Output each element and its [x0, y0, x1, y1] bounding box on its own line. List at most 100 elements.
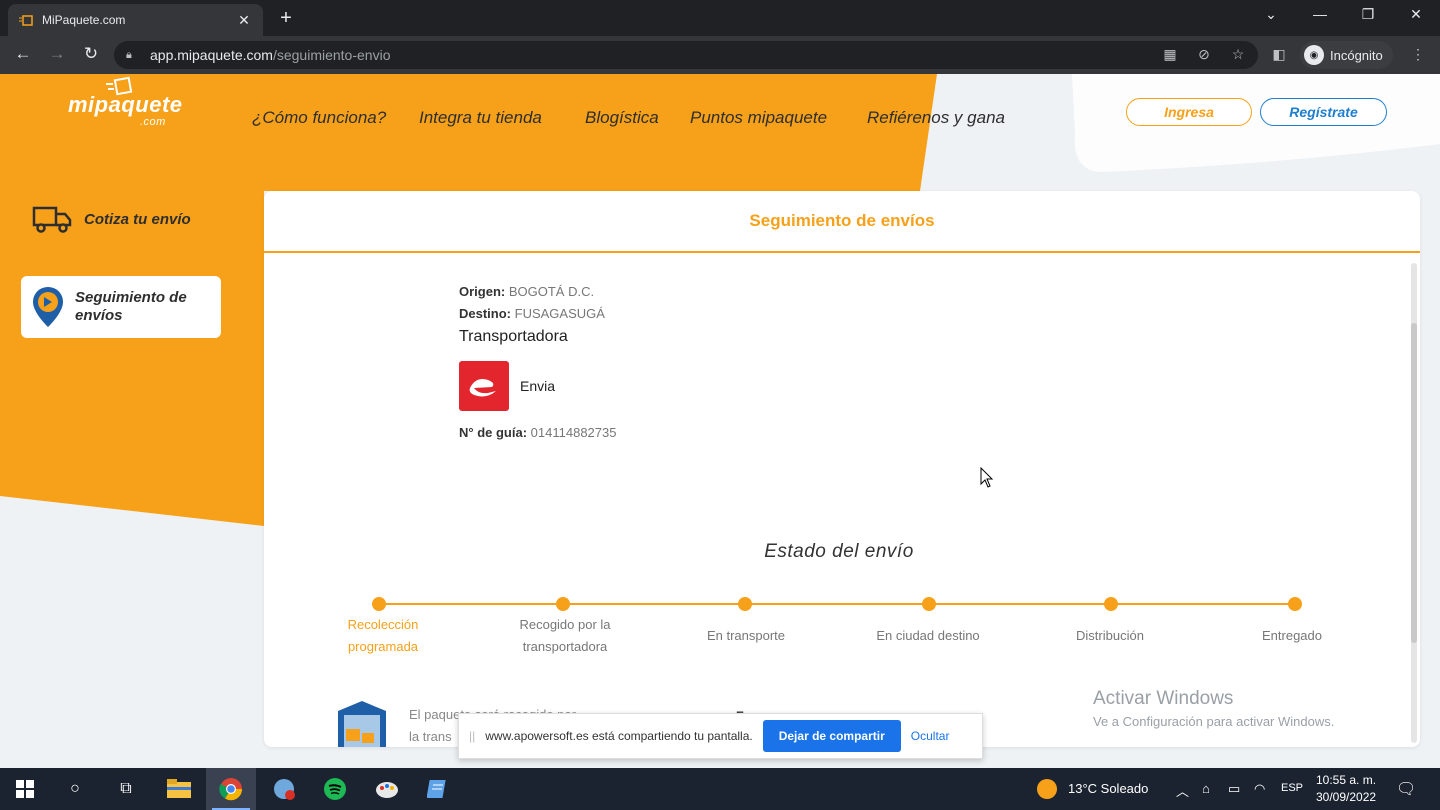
hide-share-bar-button[interactable]: Ocultar	[911, 729, 950, 743]
guide-value: 014114882735	[530, 425, 617, 440]
warehouse-icon	[338, 701, 386, 747]
incognito-icon: ◉	[1304, 45, 1324, 65]
drag-handle-icon[interactable]: ||	[469, 729, 475, 743]
step-dot	[1288, 597, 1302, 611]
carrier-heading: Transportadora	[459, 328, 568, 345]
step-dot	[1104, 597, 1118, 611]
step-text: programada	[347, 639, 419, 654]
url-host: app.mipaquete.com	[150, 47, 273, 63]
screen-share-bar: || www.apowersoft.es está compartiendo t…	[458, 713, 983, 759]
share-message: www.apowersoft.es está compartiendo tu p…	[485, 729, 753, 743]
tracking-protection-icon[interactable]: ⊘	[1194, 46, 1214, 63]
activate-windows-title: Activar Windows	[1093, 688, 1234, 709]
nav-puntos[interactable]: Puntos mipaquete	[690, 108, 827, 128]
language-indicator[interactable]: ESP	[1281, 782, 1303, 794]
close-tab-icon[interactable]: ✕	[235, 12, 253, 29]
envia-logo-icon	[459, 361, 509, 411]
sidebar-item-seguimiento[interactable]: Seguimiento de envíos	[21, 276, 221, 338]
destination-row: Destino: FUSAGASUGÁ	[459, 306, 605, 321]
sidebar-seguimiento-label-1: Seguimiento de	[75, 289, 187, 306]
weather-sun-icon[interactable]	[1036, 778, 1058, 800]
origin-value: BOGOTÁ D.C.	[508, 284, 595, 299]
chrome-icon[interactable]	[218, 776, 244, 802]
step-text: Recogido por la	[519, 617, 611, 632]
activate-windows-subtitle: Ve a Configuración para activar Windows.	[1093, 714, 1335, 729]
step-dot	[556, 597, 570, 611]
windows-start-icon[interactable]	[12, 776, 38, 802]
tab-title: MiPaquete.com	[42, 13, 126, 27]
logo-suffix: .com	[140, 116, 166, 128]
carrier-name: Envia	[520, 378, 556, 394]
site-favicon-icon	[18, 12, 34, 28]
lock-icon: 🔒︎	[126, 48, 132, 61]
step-label-en-transporte: En transporte	[706, 628, 786, 643]
logo-box-icon	[106, 76, 133, 96]
incognito-profile-button[interactable]: ◉ Incógnito	[1300, 41, 1393, 69]
step-dot	[372, 597, 386, 611]
nav-blogistica[interactable]: Blogística	[585, 108, 659, 128]
wifi-icon[interactable]: ◠	[1254, 781, 1265, 797]
spotify-icon[interactable]	[322, 776, 348, 802]
nav-refierenos[interactable]: Refiérenos y gana	[867, 108, 1005, 128]
paint-icon[interactable]	[374, 776, 400, 802]
taskbar-clock[interactable]: 10:55 a. m. 30/09/2022	[1316, 772, 1376, 806]
forward-icon[interactable]: →	[46, 44, 68, 64]
browser-menu-icon[interactable]: ⋮	[1408, 46, 1428, 63]
minimize-icon[interactable]: —	[1308, 6, 1332, 22]
tray-expand-icon[interactable]: ︿	[1176, 781, 1189, 800]
restore-icon[interactable]: ❐	[1356, 6, 1380, 23]
card-scrollbar[interactable]	[1411, 263, 1417, 743]
clock-time: 10:55 a. m.	[1316, 773, 1377, 787]
sidebar-cotiza-label: Cotiza tu envío	[84, 210, 191, 228]
tab-search-icon[interactable]: ⌄	[1259, 6, 1283, 23]
side-panel-icon[interactable]: ◧	[1269, 46, 1289, 63]
register-button[interactable]: Regístrate	[1260, 98, 1387, 126]
origin-row: Origen: BOGOTÁ D.C.	[459, 284, 594, 299]
destination-value: FUSAGASUGÁ	[514, 306, 605, 321]
meet-now-icon[interactable]: ⌂	[1202, 781, 1210, 796]
new-tab-icon[interactable]: +	[276, 7, 296, 30]
task-view-icon[interactable]: ⧉	[113, 776, 139, 802]
weather-text[interactable]: 13°C Soleado	[1068, 781, 1148, 796]
mipaquete-logo[interactable]: mipaquete .com	[68, 76, 183, 128]
battery-icon[interactable]: ▭	[1228, 781, 1240, 797]
sidebar-item-cotiza[interactable]: Cotiza tu envío	[32, 204, 191, 234]
sidebar-seguimiento-label-2: envíos	[75, 307, 123, 324]
step-text: transportadora	[522, 639, 608, 654]
step-dot	[922, 597, 936, 611]
nav-como-funciona[interactable]: ¿Cómo funciona?	[252, 108, 386, 128]
login-button[interactable]: Ingresa	[1126, 98, 1252, 126]
app-globe-icon[interactable]	[271, 776, 297, 802]
scrollbar-thumb[interactable]	[1411, 323, 1417, 643]
nav-integra-tienda[interactable]: Integra tu tienda	[419, 108, 542, 128]
bookmark-star-icon[interactable]: ☆	[1228, 46, 1248, 63]
search-icon[interactable]: ○	[62, 776, 88, 802]
notepad-icon[interactable]	[425, 776, 451, 802]
progress-line	[379, 603, 1295, 605]
location-pin-icon	[33, 287, 63, 327]
browser-tab[interactable]: MiPaquete.com ✕	[8, 4, 263, 36]
notifications-icon[interactable]: 🗨︎	[1396, 779, 1416, 799]
browser-tab-strip: MiPaquete.com ✕ + ⌄ — ❐ ✕	[0, 0, 1440, 36]
step-label-recogido: Recogido por la transportadora	[490, 614, 640, 658]
truck-icon	[32, 206, 72, 233]
step-label-distribucion: Distribución	[1076, 628, 1144, 643]
clock-date: 30/09/2022	[1316, 790, 1377, 804]
close-window-icon[interactable]: ✕	[1404, 6, 1428, 23]
back-icon[interactable]: ←	[12, 44, 34, 64]
stop-sharing-button[interactable]: Dejar de compartir	[762, 720, 901, 752]
profile-label: Incógnito	[1330, 47, 1383, 63]
step-label-recoleccion: Recolección programada	[308, 614, 458, 658]
step-label-ciudad-destino: En ciudad destino	[876, 628, 980, 643]
file-explorer-icon[interactable]	[166, 776, 192, 802]
step-dot	[738, 597, 752, 611]
guide-row: N° de guía: 014114882735	[459, 425, 616, 440]
url-path: /seguimiento-envio	[272, 47, 391, 63]
destination-label: Destino:	[459, 306, 511, 321]
address-bar[interactable]: 🔒︎ app.mipaquete.com /seguimiento-envio	[114, 41, 1258, 69]
reload-icon[interactable]: ↻	[80, 44, 102, 64]
windows-taskbar: ○ ⧉ 13°C Soleado ︿ ⌂ ▭ ◠ ESP 10:55 a. m.…	[0, 768, 1440, 810]
qr-code-icon[interactable]: ▦	[1160, 46, 1180, 63]
page-content: mipaquete .com ¿Cómo funciona? Integra t…	[0, 74, 1440, 768]
status-title: Estado del envío	[764, 541, 914, 562]
